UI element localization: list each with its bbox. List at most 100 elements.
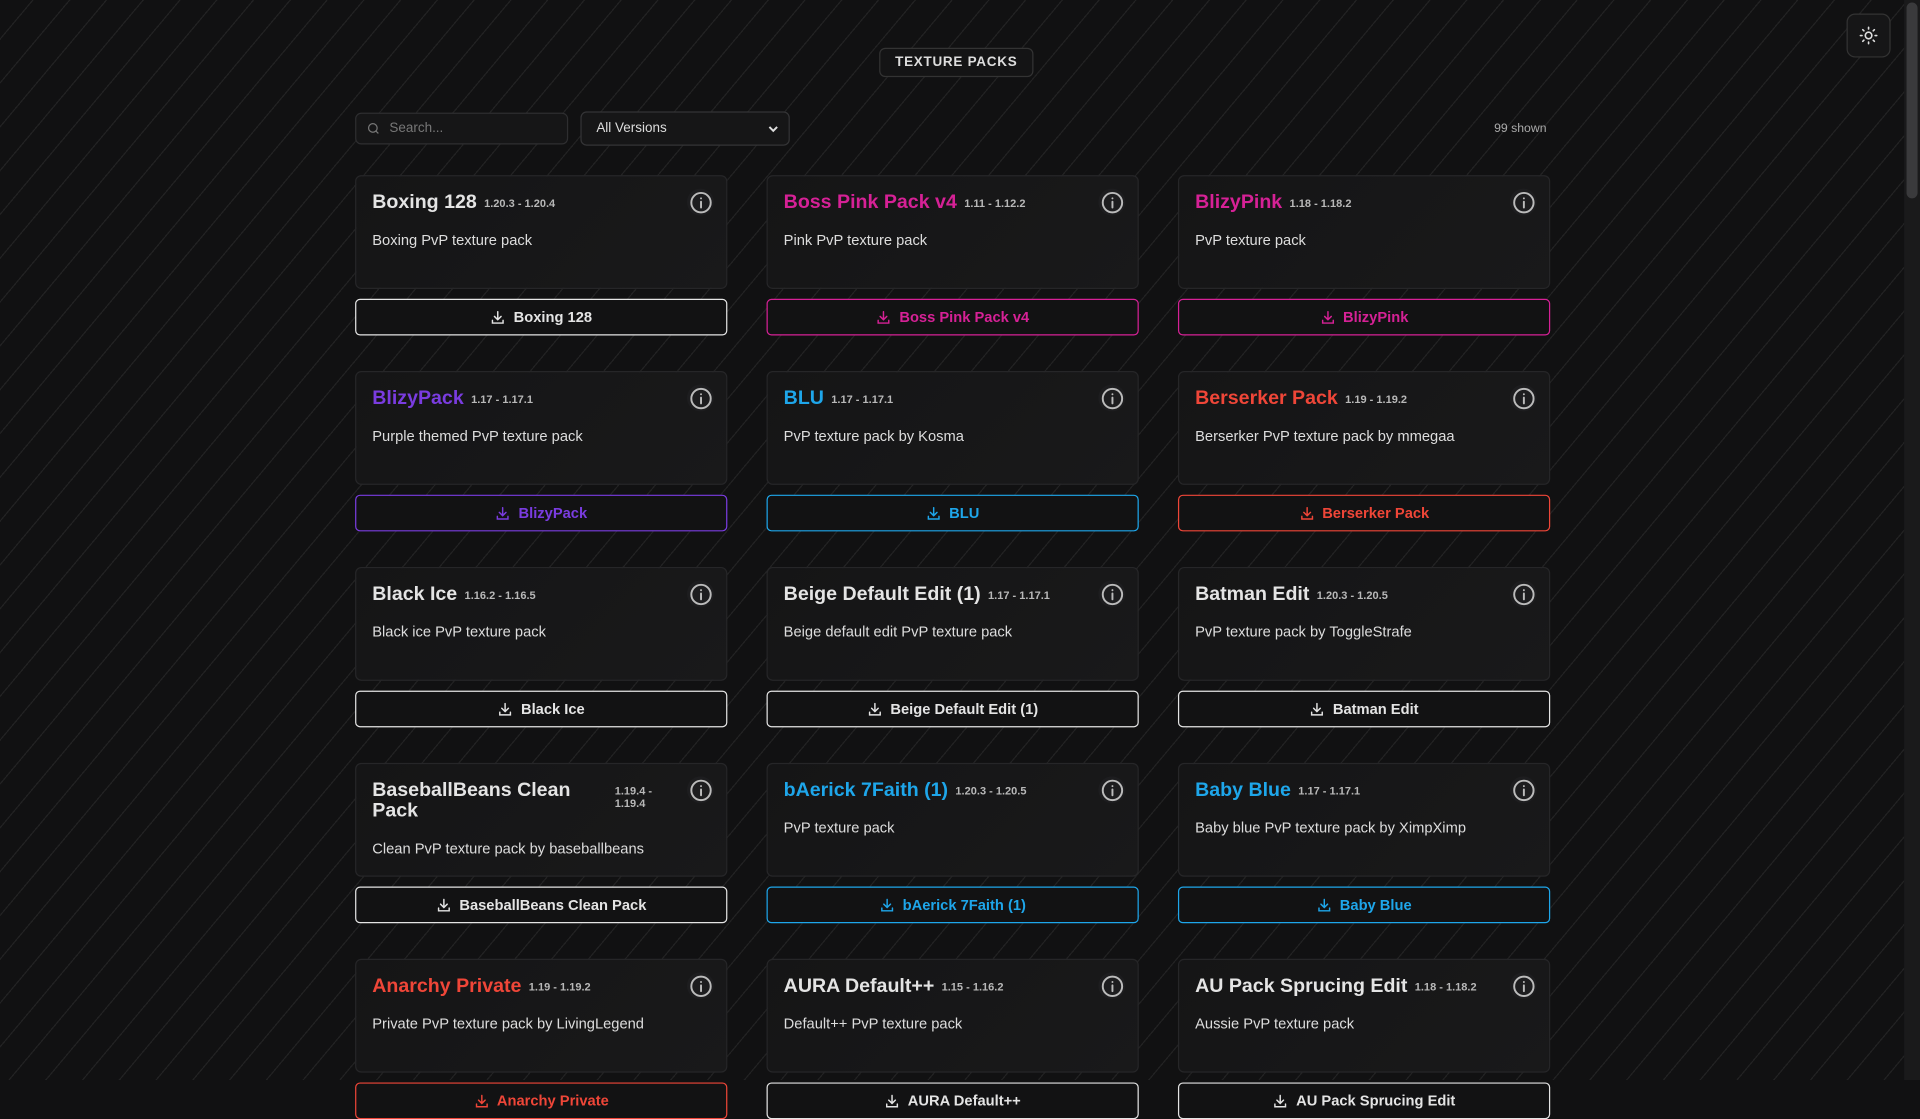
info-icon	[1512, 387, 1534, 409]
pack-title: Batman Edit	[1195, 584, 1310, 605]
info-icon	[1512, 191, 1534, 213]
download-icon	[878, 310, 891, 324]
download-button[interactable]: BaseballBeans Clean Pack	[355, 886, 728, 924]
pack-item: Boxing 128 1.20.3 - 1.20.4 Boxing PvP te…	[355, 175, 728, 336]
info-button[interactable]	[1098, 776, 1126, 804]
download-button[interactable]: bAerick 7Faith (1)	[766, 886, 1139, 924]
download-icon	[499, 702, 512, 716]
info-icon	[689, 975, 712, 997]
download-label: Beige Default Edit (1)	[890, 700, 1039, 718]
pack-description: Baby blue PvP texture pack by XimpXimp	[1195, 819, 1467, 837]
version-select[interactable]: All Versions	[580, 111, 790, 146]
download-label: AU Pack Sprucing Edit	[1296, 1092, 1456, 1110]
download-button[interactable]: Black Ice	[355, 690, 728, 728]
info-icon	[1101, 387, 1123, 409]
pack-card: Baby Blue 1.17 - 1.17.1 Baby blue PvP te…	[1177, 762, 1551, 877]
pack-title: AURA Default++	[783, 975, 935, 997]
sun-icon	[1859, 26, 1878, 45]
info-button[interactable]	[1098, 384, 1126, 412]
download-button[interactable]: Anarchy Private	[355, 1082, 728, 1119]
pack-item: BLU 1.17 - 1.17.1 PvP texture pack by Ko…	[766, 371, 1139, 532]
info-button[interactable]	[686, 580, 714, 608]
pack-title: Berserker Pack	[1195, 388, 1338, 409]
pack-versions: 1.20.3 - 1.20.5	[955, 784, 1027, 798]
pack-description: Berserker PvP texture pack by mmegaa	[1195, 427, 1455, 445]
download-icon	[869, 702, 882, 716]
download-label: Boss Pink Pack v4	[899, 308, 1030, 326]
pack-title: Beige Default Edit (1)	[783, 584, 981, 605]
pack-title: BaseballBeans Clean Pack	[372, 780, 571, 822]
download-label: Baby Blue	[1339, 896, 1412, 914]
scrollbar-thumb[interactable]	[1906, 2, 1918, 199]
download-button[interactable]: Boxing 128	[355, 298, 728, 336]
pack-description: PvP texture pack	[1195, 231, 1306, 249]
pack-title: Boxing 128	[372, 192, 477, 214]
pack-item: BaseballBeans Clean Pack 1.19.4 - 1.19.4…	[355, 762, 728, 924]
download-icon	[1311, 702, 1324, 716]
download-label: bAerick 7Faith (1)	[902, 896, 1026, 914]
theme-toggle-button[interactable]	[1846, 13, 1891, 58]
download-label: BaseballBeans Clean Pack	[459, 896, 647, 914]
info-button[interactable]	[1509, 776, 1537, 804]
download-button[interactable]: Batman Edit	[1177, 690, 1551, 728]
pack-versions: 1.18 - 1.18.2	[1414, 980, 1477, 994]
download-label: Black Ice	[520, 700, 585, 718]
download-button[interactable]: BLU	[766, 494, 1139, 532]
download-icon	[497, 506, 510, 520]
pack-versions: 1.20.3 - 1.20.5	[1316, 588, 1388, 602]
info-button[interactable]	[686, 776, 714, 804]
download-label: Boxing 128	[513, 308, 593, 326]
pack-title: bAerick 7Faith (1)	[783, 780, 949, 801]
download-icon	[437, 898, 451, 911]
info-button[interactable]	[686, 188, 714, 216]
pack-title: Boss Pink Pack v4	[783, 192, 957, 214]
results-count: 99 shown	[1494, 122, 1547, 136]
page-title-badge: TEXTURE PACKS	[879, 47, 1034, 78]
info-icon	[1512, 779, 1534, 801]
pack-item: AURA Default++ 1.15 - 1.16.2 Default++ P…	[766, 958, 1139, 1119]
download-button[interactable]: Beige Default Edit (1)	[766, 690, 1139, 728]
pack-item: AU Pack Sprucing Edit 1.18 - 1.18.2 Auss…	[1177, 958, 1551, 1119]
info-button[interactable]	[1509, 384, 1537, 412]
info-button[interactable]	[686, 972, 714, 1000]
info-icon	[689, 583, 712, 605]
download-button[interactable]: Berserker Pack	[1177, 494, 1551, 532]
pack-title: Baby Blue	[1195, 780, 1291, 801]
info-button[interactable]	[1098, 972, 1126, 1000]
info-button[interactable]	[1509, 580, 1537, 608]
download-button[interactable]: BlizyPink	[1177, 298, 1551, 336]
info-button[interactable]	[1098, 580, 1126, 608]
download-button[interactable]: BlizyPack	[355, 494, 728, 532]
scrollbar[interactable]	[1904, 0, 1920, 1081]
info-button[interactable]	[686, 384, 714, 412]
pack-versions: 1.19.4 - 1.19.4	[614, 784, 653, 810]
search-field[interactable]	[355, 112, 569, 145]
pack-card: Batman Edit 1.20.3 - 1.20.5 PvP texture …	[1177, 566, 1551, 681]
info-icon	[1101, 583, 1123, 605]
download-button[interactable]: Boss Pink Pack v4	[766, 298, 1139, 336]
info-button[interactable]	[1509, 188, 1537, 216]
pack-card: Black Ice 1.16.2 - 1.16.5 Black ice PvP …	[355, 566, 728, 681]
download-button[interactable]: AURA Default++	[766, 1082, 1139, 1119]
pack-versions: 1.19 - 1.19.2	[1345, 393, 1408, 406]
download-label: BlizyPink	[1343, 308, 1409, 326]
pack-item: BlizyPink 1.18 - 1.18.2 PvP texture pack…	[1177, 175, 1551, 336]
pack-card: bAerick 7Faith (1) 1.20.3 - 1.20.5 PvP t…	[766, 762, 1139, 877]
info-button[interactable]	[1509, 972, 1537, 1000]
pack-versions: 1.16.2 - 1.16.5	[464, 588, 536, 602]
download-button[interactable]: AU Pack Sprucing Edit	[1177, 1082, 1551, 1119]
pack-card: Anarchy Private 1.19 - 1.19.2 Private Pv…	[355, 958, 728, 1073]
info-button[interactable]	[1098, 188, 1126, 216]
pack-versions: 1.18 - 1.18.2	[1289, 197, 1352, 210]
pack-card: BLU 1.17 - 1.17.1 PvP texture pack by Ko…	[766, 371, 1139, 485]
search-input[interactable]	[386, 120, 564, 138]
download-button[interactable]: Baby Blue	[1177, 886, 1551, 924]
version-select-value: All Versions	[596, 121, 667, 136]
pack-description: Private PvP texture pack by LivingLegend	[372, 1015, 644, 1033]
pack-description: Black ice PvP texture pack	[372, 623, 546, 641]
pack-item: Batman Edit 1.20.3 - 1.20.5 PvP texture …	[1177, 566, 1551, 728]
download-label: BLU	[949, 504, 980, 522]
pack-title: Anarchy Private	[372, 975, 522, 997]
info-icon	[689, 779, 712, 801]
pack-versions: 1.19 - 1.19.2	[528, 980, 591, 994]
